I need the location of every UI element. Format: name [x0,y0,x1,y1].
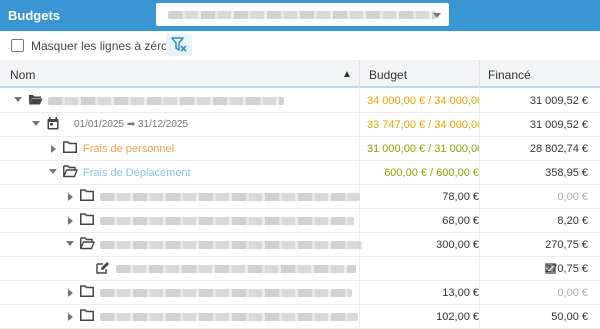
row-financed: 270,75 € [545,239,588,251]
folder-icon [80,285,94,297]
collapse-caret-icon[interactable] [32,121,40,126]
row-financed: 0,00 € [557,191,588,203]
row-budget: 34 000,00 € / 34 000,00 € [367,95,479,107]
row-name: Frais de Déplacement [83,167,191,179]
row-budget: 78,00 € [442,191,479,203]
row-financed: 0,00 € [557,287,588,299]
row-name-redacted [48,97,284,105]
column-header-financed[interactable]: Financé [488,68,531,82]
row-budget: 68,00 € [442,215,479,227]
expand-caret-icon[interactable] [68,313,73,321]
collapse-caret-icon[interactable] [49,169,57,174]
row-name-redacted [100,313,358,321]
row-name-redacted [100,289,352,297]
table-row[interactable]: 13,00 € 0,00 € [0,281,600,305]
collapse-caret-icon[interactable] [14,97,22,102]
row-budget: 13,00 € [442,287,479,299]
clear-filter-button[interactable] [166,34,192,56]
calendar-icon [47,117,59,130]
row-name-redacted [116,265,356,273]
row-financed: 358,95 € [545,167,588,179]
row-name-redacted [100,193,360,201]
row-financed: 28 802,74 € [529,143,588,155]
table-row[interactable]: 102,00 € 50,00 € [0,305,600,329]
chevron-down-icon[interactable] [433,13,441,18]
hide-zero-label[interactable]: Masquer les lignes à zéro [31,39,168,53]
table-header: Nom ▲ Budget Financé [0,60,600,88]
row-financed: 270,75 € [545,263,588,275]
app-title: Budgets [8,8,60,23]
folder-open-icon [80,237,95,250]
budget-tree: 34 000,00 € / 34 000,00 € 31 009,52 € 01… [0,89,600,329]
folder-icon [80,189,94,201]
table-row[interactable]: 34 000,00 € / 34 000,00 € 31 009,52 € [0,89,600,113]
top-bar: Budgets [0,0,600,31]
table-row[interactable]: Frais de personnel 31 000,00 € / 31 000,… [0,137,600,161]
expand-caret-icon[interactable] [68,217,73,225]
row-financed: 31 009,52 € [529,95,588,107]
edit-document-icon [96,262,109,274]
row-budget: 102,00 € [436,311,479,323]
table-row[interactable]: Frais de Déplacement 600,00 € / 600,00 €… [0,161,600,185]
expand-caret-icon[interactable] [51,145,56,153]
folder-open-icon [63,165,78,178]
column-header-budget[interactable]: Budget [369,68,407,82]
row-budget: 31 000,00 € / 31 000,00 € [367,143,479,155]
table-row[interactable]: 270,75 € [0,257,600,281]
folder-icon [63,141,77,153]
filter-clear-icon [171,37,187,52]
folder-open-icon [29,95,43,105]
sort-ascending-icon[interactable]: ▲ [342,69,352,80]
folder-icon [80,309,94,321]
row-budget: 600,00 € / 600,00 € [384,167,479,179]
folder-icon [80,213,94,225]
table-row[interactable]: 01/01/2025 ➡ 31/12/2025 33 747,00 € / 34… [0,113,600,137]
column-divider [359,60,360,88]
budget-selector[interactable] [156,3,449,26]
expand-caret-icon[interactable] [68,289,73,297]
row-financed: 31 009,52 € [529,119,588,131]
row-budget: 300,00 € [436,239,479,251]
row-name-redacted [100,241,362,249]
toolbar: Masquer les lignes à zéro [0,31,600,60]
table-row[interactable]: 78,00 € 0,00 € [0,185,600,209]
budget-selector-value [168,11,436,19]
column-header-name[interactable]: Nom [10,68,35,82]
row-budget: 33 747,00 € / 34 000,00 € [367,119,479,131]
row-financed: 8,20 € [557,215,588,227]
table-row[interactable]: 300,00 € 270,75 € [0,233,600,257]
hide-zero-checkbox[interactable] [11,39,24,52]
row-financed: 50,00 € [551,311,588,323]
collapse-caret-icon[interactable] [66,241,74,246]
column-divider [479,60,480,88]
row-name: Frais de personnel [83,143,175,155]
table-row[interactable]: 68,00 € 8,20 € [0,209,600,233]
row-name-redacted [100,217,354,225]
row-period: 01/01/2025 ➡ 31/12/2025 [74,119,189,130]
expand-caret-icon[interactable] [68,193,73,201]
